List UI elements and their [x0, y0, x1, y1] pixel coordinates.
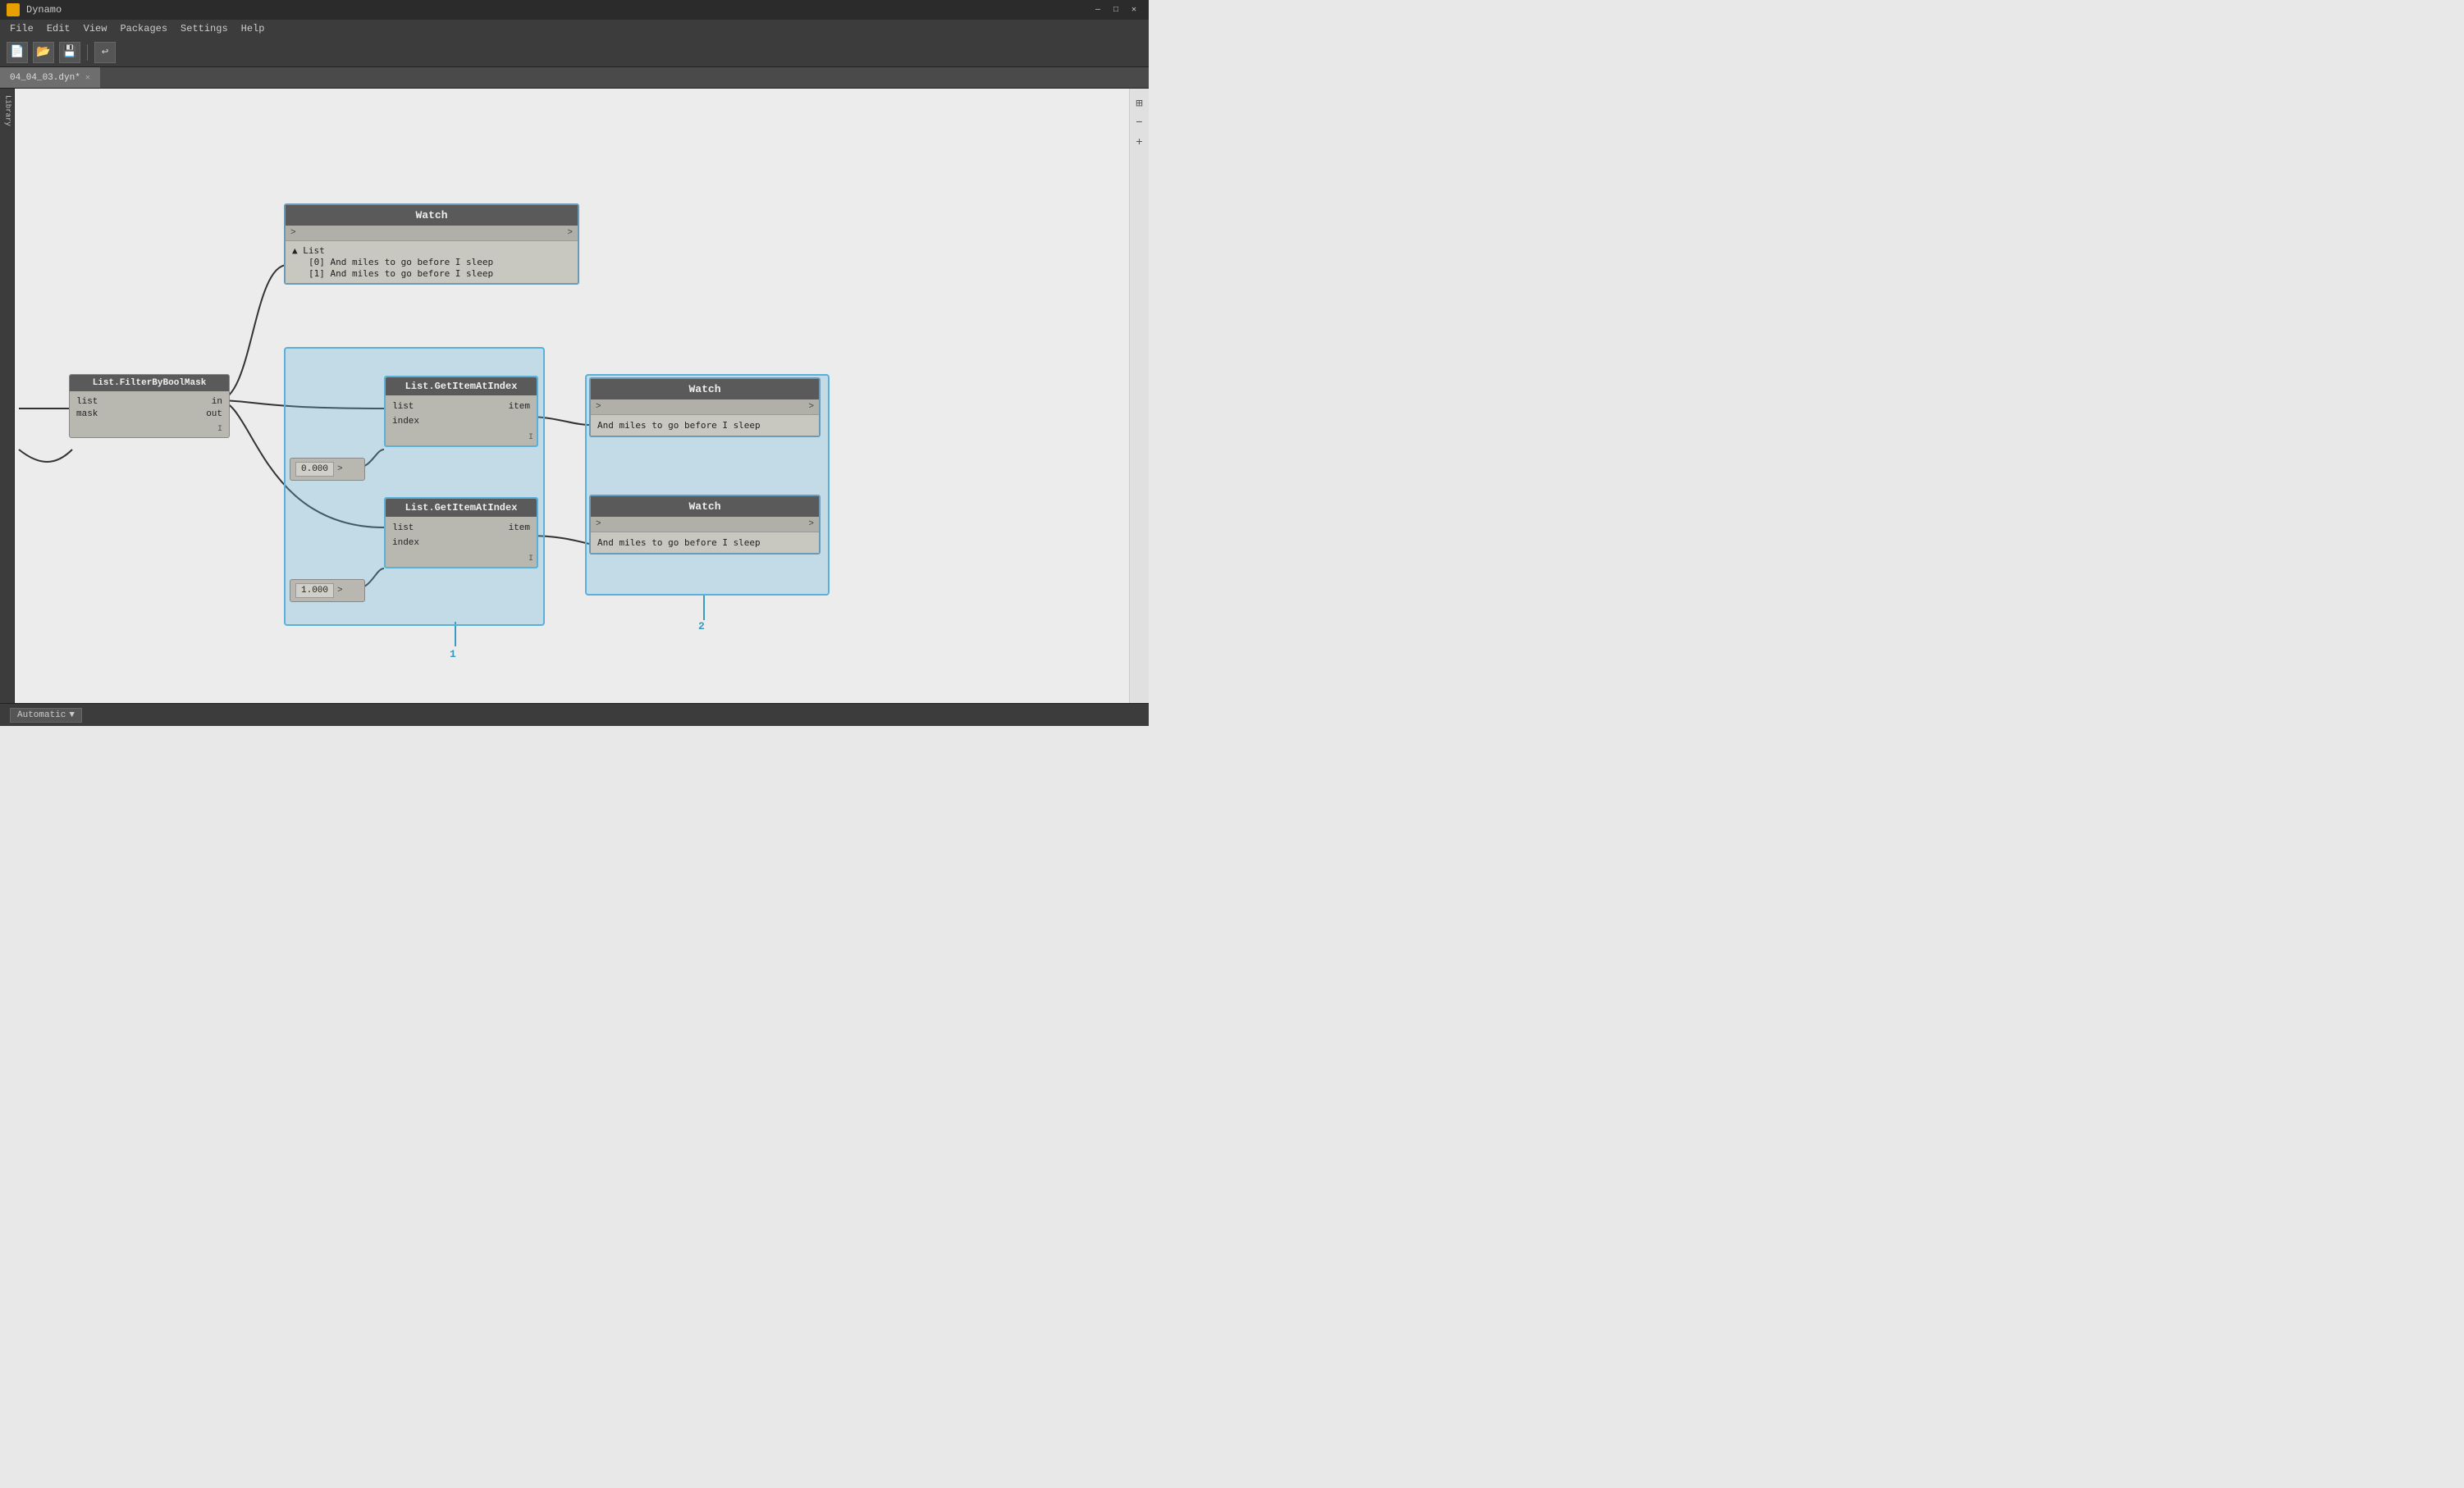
menu-file[interactable]: File — [3, 21, 40, 36]
filter-port-list: list — [76, 397, 98, 407]
filter-dot: I — [76, 422, 222, 434]
get-item-1-header: List.GetItemAtIndex — [386, 377, 537, 395]
get-item-1-body: list item index I — [386, 395, 537, 445]
filter-body: list in mask out I — [70, 391, 229, 437]
watch-top-node: Watch > > ▲ List [0] And miles to go bef… — [284, 203, 579, 285]
minimize-button[interactable]: — — [1090, 3, 1106, 16]
app-title: Dynamo — [26, 4, 1090, 16]
library-toggle[interactable]: Library — [1, 92, 14, 130]
watch-right-1-content: And miles to go before I sleep — [597, 420, 761, 431]
get-item-2-port-item: item — [505, 522, 533, 535]
get-item-2-header: List.GetItemAtIndex — [386, 499, 537, 517]
get-item-1-row-list: list item — [389, 400, 533, 413]
menu-edit[interactable]: Edit — [40, 21, 77, 36]
window-controls: — □ ✕ — [1090, 3, 1142, 16]
watch-right-1-node: Watch > > And miles to go before I sleep — [589, 377, 821, 437]
filter-port-mask: mask — [76, 409, 98, 419]
sidebar: Library — [0, 89, 15, 703]
filter-header: List.FilterByBoolMask — [70, 375, 229, 391]
get-item-1-port-index: index — [389, 415, 423, 428]
get-item-1-port-item: item — [505, 400, 533, 413]
filter-row-2: mask out — [76, 409, 222, 419]
watch-right-2-right-port[interactable]: > — [808, 519, 814, 529]
watch-right-2-node: Watch > > And miles to go before I sleep — [589, 495, 821, 555]
watch-right-1-body: And miles to go before I sleep — [591, 415, 819, 436]
execution-mode-label: Automatic — [17, 710, 66, 720]
get-item-1-port-list: list — [389, 400, 417, 413]
watch-right-2-io: > > — [591, 517, 819, 532]
get-item-2-port-list: list — [389, 522, 417, 535]
new-button[interactable]: 📄 — [7, 42, 28, 63]
zoom-out-button[interactable]: − — [1131, 115, 1148, 131]
menu-packages[interactable]: Packages — [113, 21, 174, 36]
filter-node: List.FilterByBoolMask list in mask out I — [69, 374, 230, 438]
watch-right-1-io: > > — [591, 399, 819, 415]
get-item-1-dot: I — [389, 430, 533, 442]
watch-top-left-port[interactable]: > — [290, 228, 296, 238]
get-item-2-row-list: list item — [389, 522, 533, 535]
number-2-value[interactable]: 1.000 — [295, 583, 334, 598]
watch-right-2-header: Watch — [591, 496, 819, 517]
toolbar-separator — [87, 44, 88, 61]
watch-top-right-port[interactable]: > — [567, 228, 573, 238]
titlebar: Dynamo — □ ✕ — [0, 0, 1149, 20]
number-2-node: 1.000 > — [290, 579, 365, 602]
watch-top-io: > > — [286, 226, 578, 241]
zoom-in-button[interactable]: + — [1131, 135, 1148, 151]
menu-view[interactable]: View — [77, 21, 114, 36]
execution-mode-arrow: ▼ — [69, 710, 75, 720]
close-button[interactable]: ✕ — [1126, 3, 1142, 16]
number-2-arrow[interactable]: > — [337, 586, 343, 596]
number-1-body: 0.000 > — [290, 459, 364, 480]
list-item-1: [1] And miles to go before I sleep — [292, 268, 571, 279]
get-item-2-row-index: index — [389, 536, 533, 550]
watch-right-2-left-port[interactable]: > — [596, 519, 601, 529]
get-item-1-node: List.GetItemAtIndex list item index I — [384, 376, 538, 447]
statusbar: Automatic ▼ — [0, 703, 1149, 726]
right-toolbar: ⊞ − + — [1129, 89, 1149, 703]
tab-label: 04_04_03.dyn* — [10, 73, 80, 83]
tab-main[interactable]: 04_04_03.dyn* ✕ — [0, 67, 100, 88]
watch-right-1-right-port[interactable]: > — [808, 402, 814, 412]
watch-right-1-header: Watch — [591, 379, 819, 399]
canvas[interactable]: Watch > > ▲ List [0] And miles to go bef… — [15, 89, 1129, 703]
menu-settings[interactable]: Settings — [174, 21, 235, 36]
maximize-button[interactable]: □ — [1108, 3, 1124, 16]
number-1-node: 0.000 > — [290, 458, 365, 481]
get-item-2-node: List.GetItemAtIndex list item index I — [384, 497, 538, 568]
group-label-2: 2 — [698, 620, 705, 632]
get-item-1-row-index: index — [389, 415, 533, 428]
main-area: Library — [0, 89, 1149, 703]
execution-mode-dropdown[interactable]: Automatic ▼ — [10, 708, 82, 723]
watch-right-1-left-port[interactable]: > — [596, 402, 601, 412]
get-item-2-port-index: index — [389, 536, 423, 550]
undo-button[interactable]: ↩ — [94, 42, 116, 63]
list-item-0: [0] And miles to go before I sleep — [292, 257, 571, 267]
menu-help[interactable]: Help — [235, 21, 272, 36]
number-1-value[interactable]: 0.000 — [295, 462, 334, 477]
get-item-2-dot: I — [389, 551, 533, 564]
filter-row-1: list in — [76, 397, 222, 407]
get-item-2-body: list item index I — [386, 517, 537, 567]
menubar: File Edit View Packages Settings Help — [0, 20, 1149, 38]
watch-right-2-content: And miles to go before I sleep — [597, 537, 761, 548]
number-1-arrow[interactable]: > — [337, 464, 343, 474]
watch-right-2-body: And miles to go before I sleep — [591, 532, 819, 553]
tabbar: 04_04_03.dyn* ✕ — [0, 67, 1149, 89]
open-button[interactable]: 📂 — [33, 42, 54, 63]
tab-close-button[interactable]: ✕ — [85, 73, 90, 83]
toolbar: 📄 📂 💾 ↩ — [0, 38, 1149, 67]
filter-port-in: in — [212, 397, 222, 407]
save-button[interactable]: 💾 — [59, 42, 80, 63]
watch-top-header: Watch — [286, 205, 578, 226]
app-icon — [7, 3, 20, 16]
number-2-body: 1.000 > — [290, 580, 364, 601]
filter-port-out: out — [206, 409, 222, 419]
group-label-1: 1 — [450, 648, 456, 660]
watch-top-body: ▲ List [0] And miles to go before I slee… — [286, 241, 578, 283]
list-label: ▲ List — [292, 245, 571, 256]
zoom-fit-button[interactable]: ⊞ — [1131, 95, 1148, 112]
